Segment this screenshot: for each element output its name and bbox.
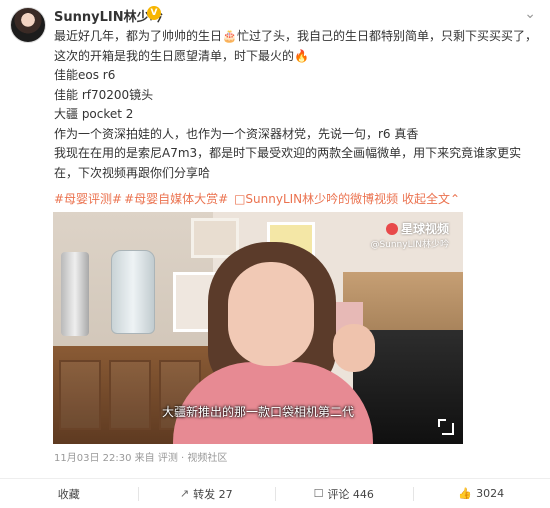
repost-label: 转发 27 [193,487,233,501]
post-date: 11月03日 22:30 [54,453,132,464]
hashtag-row: #母婴评测# #母婴自媒体大赏# □SunnyLIN林少吟的微博视频 收起全文⌃ [54,191,460,208]
action-bar: 收藏 ↗ 转发 27 ☐ 评论 446 👍 3024 [0,478,550,508]
post-text: 最近好几年，都为了帅帅的生日🎂忙过了头，我自己的生日都特别简单，只剩下买买买了，… [54,27,540,183]
post-line: 最近好几年，都为了帅帅的生日🎂忙过了头，我自己的生日都特别简单，只剩下买买买了，… [54,29,537,63]
comment-label: 评论 446 [327,487,374,501]
comment-icon: ☐ [313,487,324,500]
video-watermark: @SunnyLIN林少吟 [370,240,449,250]
chevron-up-icon: ⌃ [450,192,461,206]
post-line: 佳能 rf70200镜头 [54,87,154,102]
video-player[interactable]: 星球视频 @SunnyLIN林少吟 大疆新推出的那一款口袋相机第二代 [53,212,463,444]
post-line: 佳能eos r6 [54,68,116,82]
thumbs-up-icon: 👍 [458,487,473,500]
video-brand: 星球视频 @SunnyLIN林少吟 [370,220,449,250]
comment-button[interactable]: ☐ 评论 446 [275,479,413,508]
hashtag-link[interactable]: #母婴自媒体大赏# [124,192,228,206]
person-face [228,262,314,366]
repost-button[interactable]: ↗ 转发 27 [137,479,276,508]
collapse-link[interactable]: 收起全文⌃ [402,192,460,206]
person-hand [333,324,375,372]
fullscreen-icon[interactable] [438,419,454,435]
photo-frame [191,218,239,258]
blender [61,252,89,336]
avatar[interactable] [10,7,46,43]
post-meta: 11月03日 22:30 来自 评测 · 视频社区 [54,449,227,464]
glass-jar [111,250,155,334]
like-count: 3024 [476,487,505,500]
weibo-post-card: SunnyLIN林少吟 V ⌄ 最近好几年，都为了帅帅的生日🎂忙过了头，我自己的… [0,0,550,508]
post-line: 我现在在用的是索尼A7m3，都是时下最受欢迎的两款全画幅微单，用下来究竟谁家更实… [54,146,522,180]
hashtag-link[interactable]: #母婴评测# [54,192,122,206]
video-brand-name: 星球视频 [400,222,449,236]
chevron-down-icon[interactable]: ⌄ [524,6,536,22]
favorite-label: 收藏 [57,487,80,501]
share-icon: ↗ [179,487,190,500]
video-link[interactable]: □SunnyLIN林少吟的微博视频 [234,192,398,206]
video-subtitle: 大疆新推出的那一款口袋相机第二代 [161,405,354,419]
favorite-button[interactable]: 收藏 [0,479,138,508]
post-line: 大疆 pocket 2 [54,107,134,121]
play-icon [385,223,398,235]
like-button[interactable]: 👍 3024 [412,479,550,508]
post-line: 作为一个资深拍娃的人，也作为一个资深器材党，先说一句，r6 真香 [54,126,419,141]
collapse-label: 收起全文 [401,192,450,206]
vip-badge-icon: V [147,6,161,20]
post-source: 来自 评测 · 视频社区 [134,453,228,464]
username[interactable]: SunnyLIN林少吟 [54,6,163,25]
